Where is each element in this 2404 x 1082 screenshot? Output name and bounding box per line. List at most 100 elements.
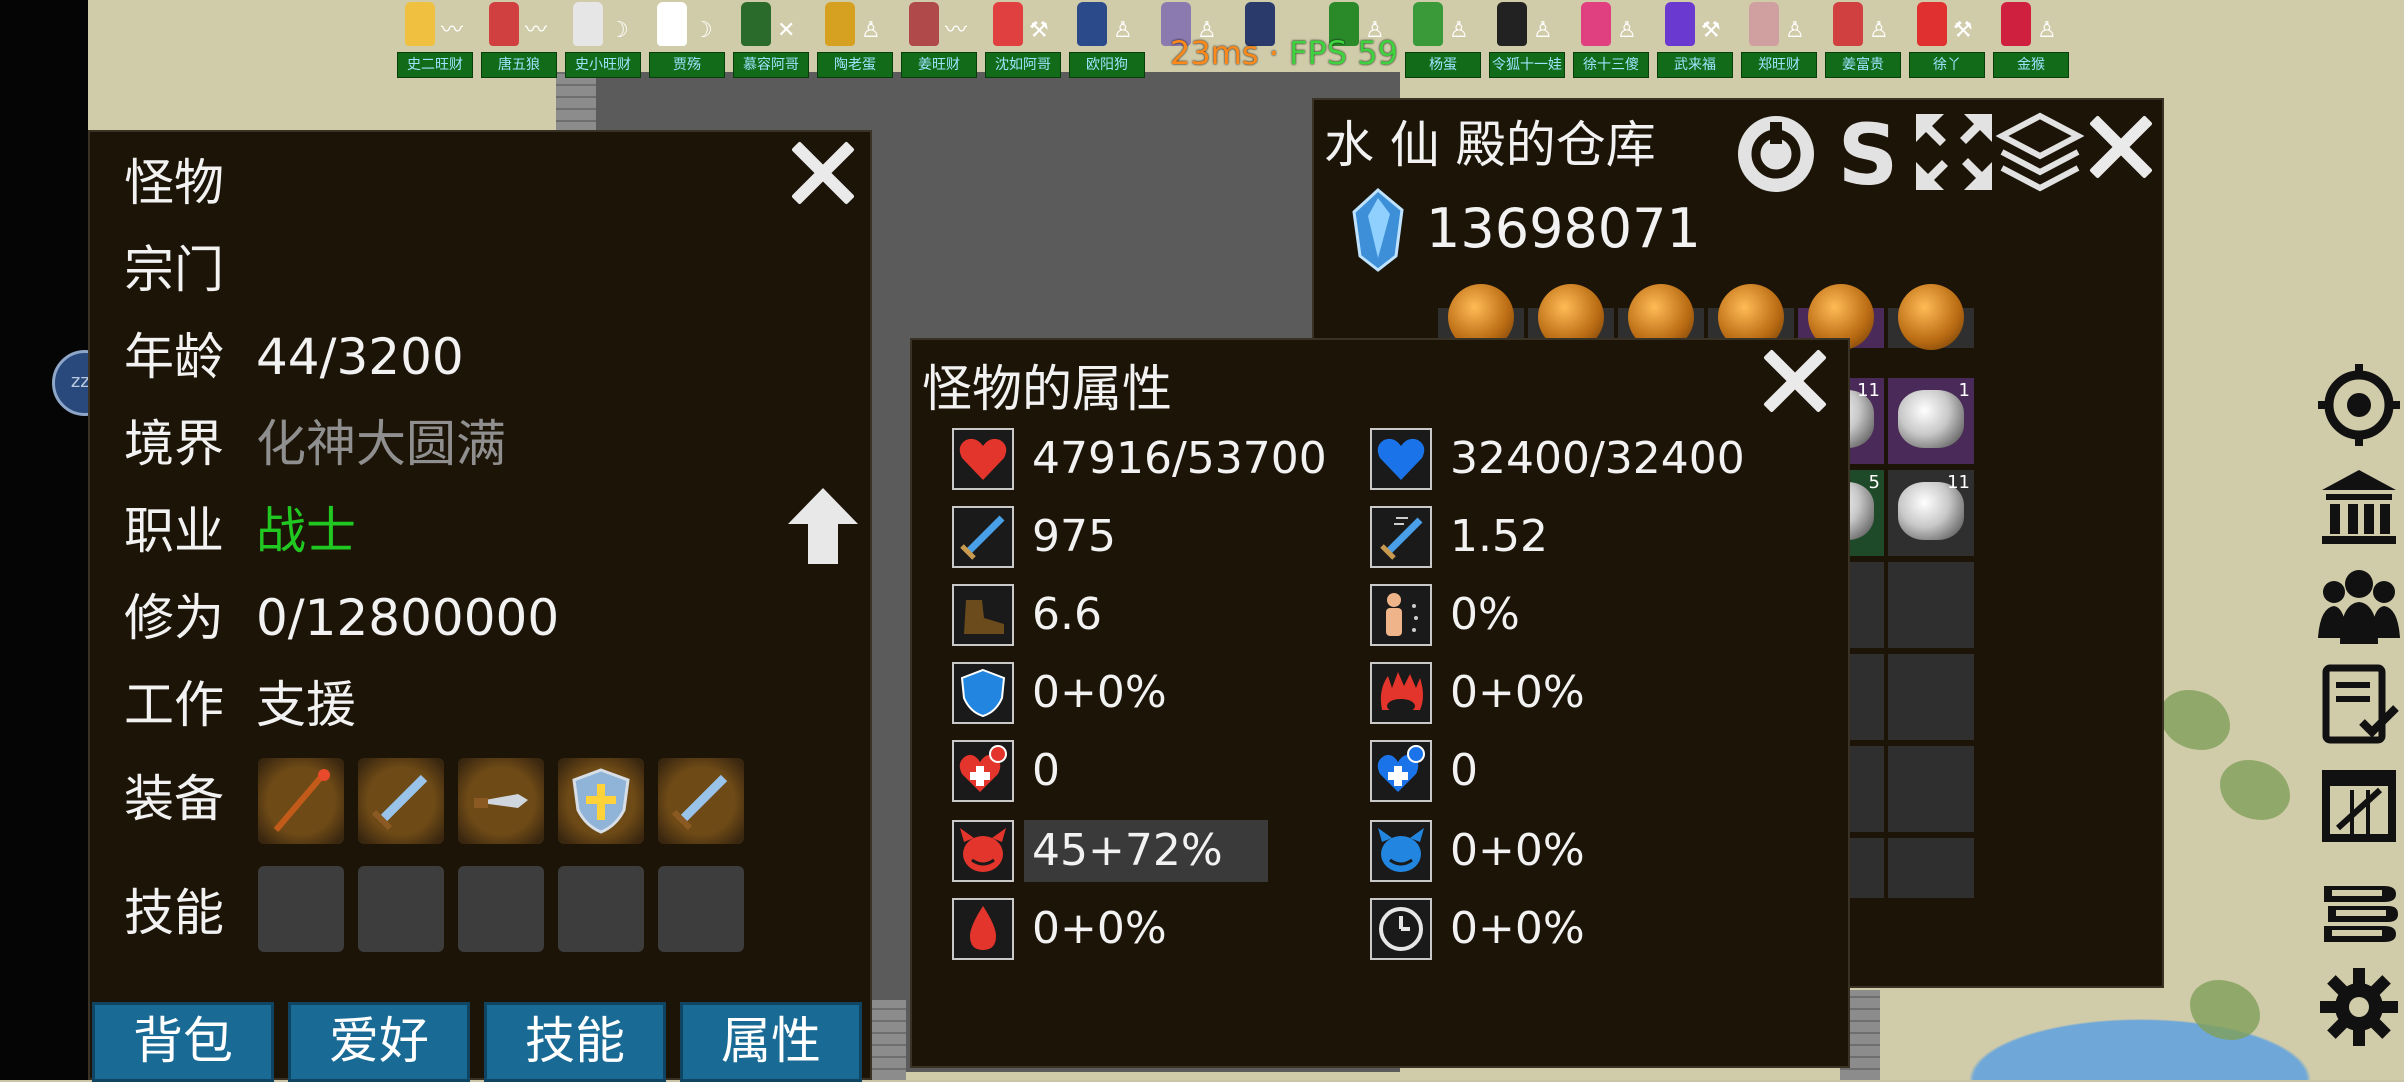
close-icon[interactable] [2084,110,2154,180]
svg-text:S: S [1838,108,1899,196]
expand-icon[interactable] [1910,108,1998,196]
tab-backpack[interactable]: 背包 [92,1002,274,1082]
move-speed-value: 6.6 [1032,589,1102,640]
info-row-cultivation: 修为 0/12800000 [124,583,559,653]
move-speed-attr[interactable] [952,584,1014,646]
lifesteal-attr[interactable] [952,898,1014,960]
separator: · [1268,34,1279,72]
sword-attack-icon [960,515,1005,560]
stone-wall [556,72,596,132]
activity-icon: ⚒ [1701,18,1721,43]
activity-icon: ♙ [1533,18,1553,43]
sword-speed-icon [1380,517,1423,560]
activity-icon: ♙ [1869,18,1889,43]
dodge-value: 0% [1450,589,1520,640]
sort-icon[interactable]: S [1824,108,1912,196]
dodge-attr[interactable] [1370,584,1432,646]
activity-icon: ♙ [861,18,881,43]
character-name: 陶老蛋 [817,52,893,78]
row-label: 境界 [124,415,224,473]
activity-icon: ♙ [1113,18,1133,43]
heart-red-icon [959,438,1007,480]
blue-demon-attr[interactable] [1370,820,1432,882]
temple-icon[interactable] [2318,464,2400,546]
books-icon[interactable] [2318,864,2400,946]
calendar-icon[interactable] [2318,764,2400,846]
ore-item [1898,390,1964,448]
fps-text: FPS 59 [1289,34,1398,72]
heart-blue-icon [1377,438,1425,480]
attack-value: 975 [1032,511,1116,562]
character-19[interactable]: ♙ 金猴 [1991,0,2101,80]
character-name: 姜旺财 [901,52,977,78]
equip-slot-shield[interactable] [558,758,644,844]
group-icon[interactable] [2318,564,2400,646]
skill-slot[interactable] [458,866,544,952]
character-sprite [2001,2,2031,46]
character-name: 唐五狼 [481,52,557,78]
item-count: 5 [1868,472,1880,493]
max-mp-attr[interactable] [1370,428,1432,490]
inventory-cell[interactable] [1888,746,1974,832]
fire-attr[interactable] [1370,662,1432,724]
row-label: 工作 [124,676,224,734]
red-demon-icon [960,828,1006,872]
tab-attributes[interactable]: 属性 [680,1002,862,1082]
max-hp-attr[interactable] [952,428,1014,490]
tab-hobbies[interactable]: 爱好 [288,1002,470,1082]
defense-attr[interactable] [952,662,1014,724]
item-count: 11 [1857,380,1880,401]
item-count: 11 [1947,472,1970,493]
inventory-cell[interactable] [1888,654,1974,740]
body-dodge-icon [1386,593,1418,636]
inventory-cell[interactable] [1888,838,1974,898]
blood-drop-icon [970,906,996,950]
equip-slot-sword[interactable] [358,758,444,844]
activity-icon: 〰 [525,18,548,43]
attack-speed-value: 1.52 [1450,511,1548,562]
spirit-stone-icon [1352,188,1404,272]
attack-speed-attr[interactable] [1370,506,1432,568]
cooldown-attr[interactable] [1370,898,1432,960]
close-icon[interactable] [786,136,856,206]
equip-slot-staff[interactable] [258,758,344,844]
monster-info-panel: 怪物 宗门 年龄 44/3200 境界 化神大圆满 职业 战士 修为 0/1280000… [88,130,872,1082]
character-sprite [405,2,435,46]
shield-icon [572,768,630,834]
skill-slot[interactable] [558,866,644,952]
attack-attr[interactable] [952,506,1014,568]
equip-slot-sword-2[interactable] [658,758,744,844]
inventory-cell[interactable]: 11 [1888,470,1974,556]
clock-icon [1379,907,1423,951]
skill-slot[interactable] [358,866,444,952]
skill-slot[interactable] [258,866,344,952]
target-icon[interactable] [2318,364,2400,446]
gear-icon[interactable] [2318,966,2400,1048]
inventory-cell[interactable]: 1 [1888,378,1974,464]
tasks-icon[interactable] [2318,664,2400,746]
refresh-icon[interactable] [1732,108,1820,196]
character-name: 欧阳狗 [1069,52,1145,78]
inventory-cell[interactable] [1888,284,1974,350]
hp-regen-attr[interactable] [952,740,1014,802]
layers-icon[interactable] [1996,108,2084,196]
character-sprite [909,2,939,46]
plant [2220,760,2290,820]
character-name: 杨蛋 [1405,52,1481,78]
inventory-cell[interactable] [1888,562,1974,648]
arrow-up-icon[interactable] [788,488,858,564]
mp-regen-attr[interactable] [1370,740,1432,802]
character-name: 徐十三傻 [1573,52,1649,78]
skill-slot[interactable] [658,866,744,952]
mp-regen-icon [1377,745,1425,792]
sword-icon [671,774,728,831]
character-sprite [489,2,519,46]
hp-value: 47916/53700 [1032,433,1327,484]
equipment-label: 装备 [124,770,224,828]
activity-icon: ☽ [693,18,713,43]
tab-skills[interactable]: 技能 [484,1002,666,1082]
close-icon[interactable] [1758,344,1828,414]
staff-icon [273,769,330,832]
red-demon-attr[interactable] [952,820,1014,882]
equip-slot-dagger[interactable] [458,758,544,844]
